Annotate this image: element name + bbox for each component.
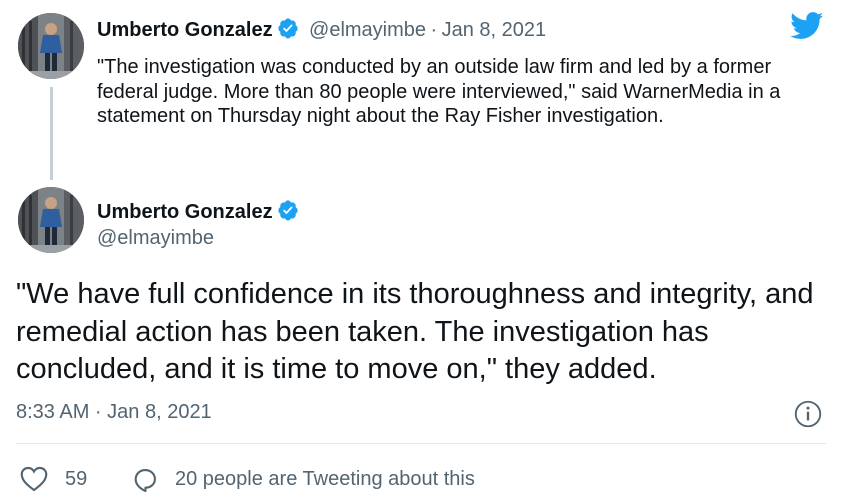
avatar[interactable] [18,13,84,79]
tweeting-about-link[interactable]: 20 people are Tweeting about this [175,468,475,491]
tweet1-header: Umberto Gonzalez @elmayimbe · Jan 8, 202… [97,17,546,44]
verified-badge-icon [277,17,299,44]
speech-bubble-icon[interactable] [131,466,159,499]
tweet-date[interactable]: Jan 8, 2021 [442,19,547,41]
twitter-bird-icon[interactable] [790,12,824,45]
author-name[interactable]: Umberto Gonzalez [97,201,273,223]
tweet2-name-row: Umberto Gonzalez [97,199,299,226]
tweet2-text: "We have full confidence in its thorough… [16,278,814,385]
info-icon[interactable] [794,400,822,433]
author-handle[interactable]: @elmayimbe [309,19,426,41]
verified-badge-icon [277,199,299,226]
tweet1-text: "The investigation was conducted by an o… [97,56,781,127]
author-name[interactable]: Umberto Gonzalez [97,19,273,41]
tweet-timestamp[interactable]: 8:33 AM · Jan 8, 2021 [16,401,212,424]
author-handle[interactable]: @elmayimbe [97,227,214,250]
heart-icon[interactable] [20,466,48,497]
like-count[interactable]: 59 [65,468,87,491]
divider [16,443,826,444]
thread-line [50,87,53,180]
separator-dot: · [430,19,438,41]
avatar[interactable] [18,187,84,253]
